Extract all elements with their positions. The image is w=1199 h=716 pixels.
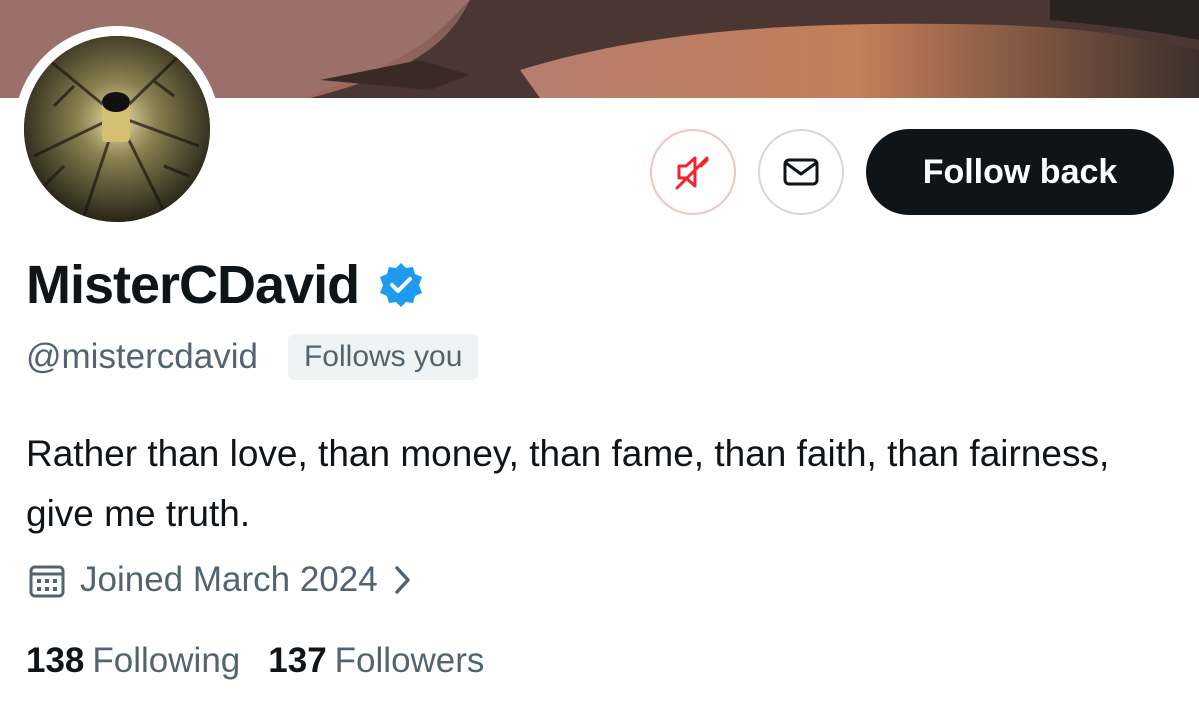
profile-bio: Rather than love, than money, than fame,… <box>26 433 1110 534</box>
chevron-right-icon <box>394 566 410 594</box>
follows-you-badge: Follows you <box>287 334 479 380</box>
speaker-muted-icon <box>675 156 709 190</box>
avatar-image <box>24 36 210 222</box>
follow-back-button[interactable]: Follow back <box>866 129 1174 215</box>
followers-label: Followers <box>334 641 485 680</box>
followers-count: 137 <box>268 641 327 680</box>
following-count: 138 <box>26 641 85 680</box>
joined-date-link[interactable]: Joined March 2024 <box>28 556 414 604</box>
followers-link[interactable]: 137 Followers <box>268 641 484 681</box>
verified-badge-icon[interactable] <box>377 261 425 309</box>
avatar[interactable] <box>24 36 210 222</box>
display-name: MisterCDavid <box>26 255 360 315</box>
joined-date: Joined March 2024 <box>80 560 378 599</box>
follow-stats: 138 Following 137 Followers <box>26 636 484 686</box>
handle-row: @mistercdavid Follows you <box>26 334 479 380</box>
envelope-icon <box>783 158 819 186</box>
display-name-row: MisterCDavid <box>26 252 425 318</box>
calendar-icon <box>29 565 65 598</box>
message-button[interactable] <box>758 129 844 215</box>
unmute-button[interactable] <box>650 129 736 215</box>
following-label: Following <box>92 641 241 680</box>
following-link[interactable]: 138 Following <box>26 641 240 681</box>
username-handle: @mistercdavid <box>26 337 258 376</box>
